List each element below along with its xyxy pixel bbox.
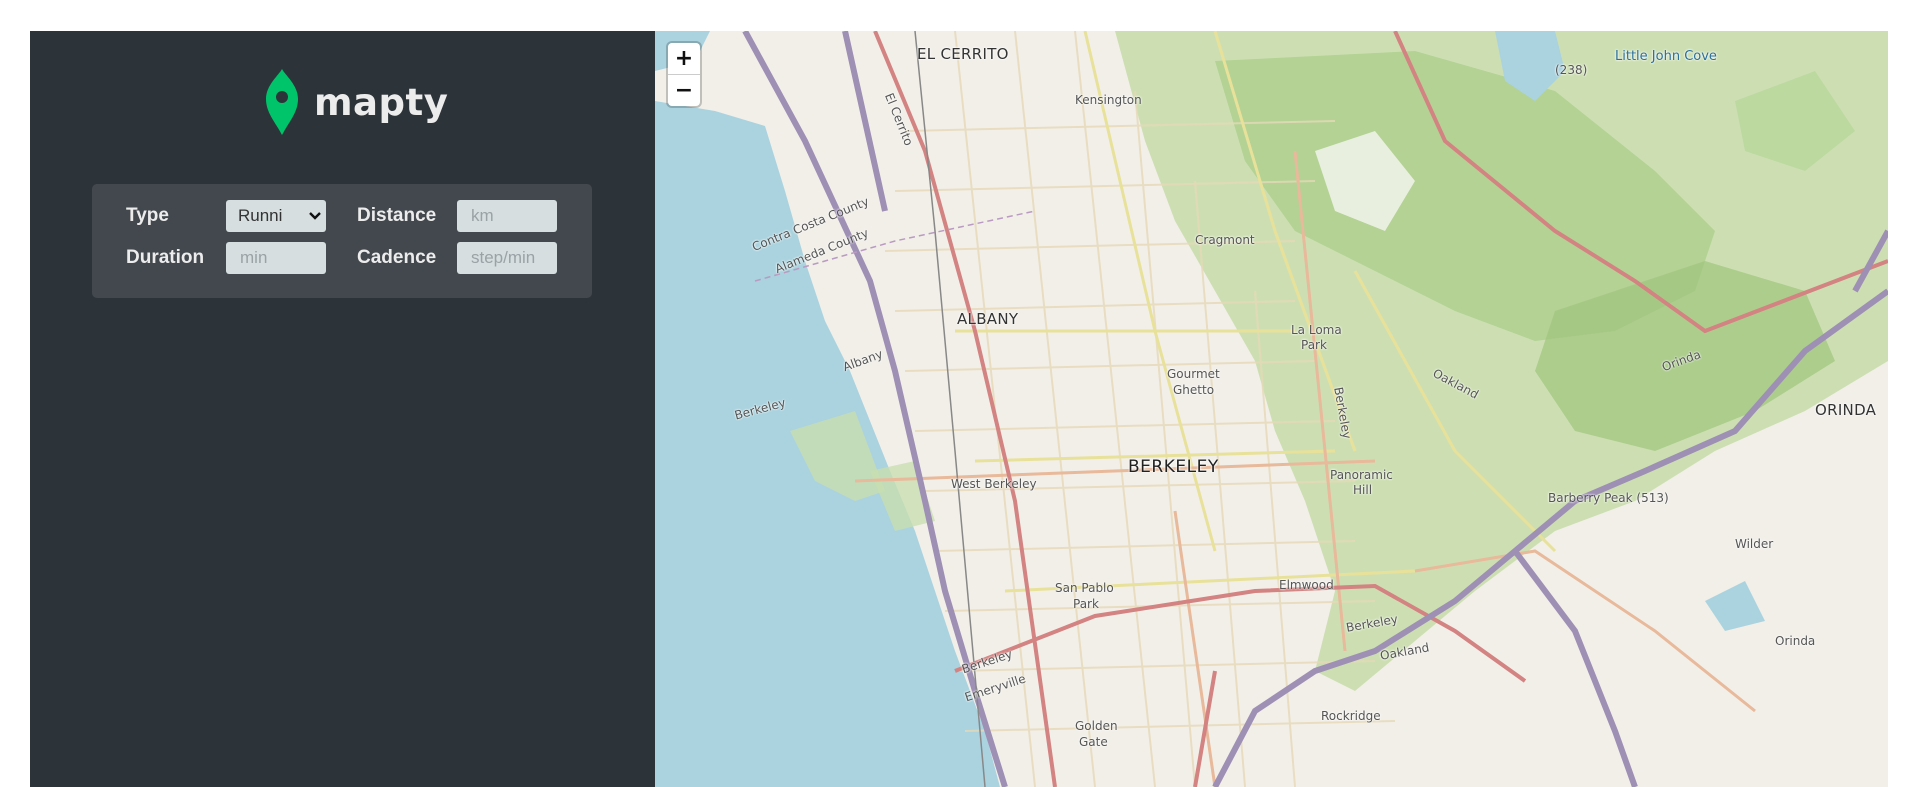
map-label-san-pablo: San Pablo xyxy=(1055,581,1114,595)
map-label-gourmet: Gourmet xyxy=(1167,367,1220,381)
map-label-wilder: Wilder xyxy=(1735,537,1774,551)
map-label-orinda-city: ORINDA xyxy=(1815,401,1877,419)
cadence-input[interactable] xyxy=(457,242,557,274)
distance-row: Distance xyxy=(357,200,557,232)
type-select-value: Runni xyxy=(238,206,283,225)
map-label-ghetto: Ghetto xyxy=(1173,383,1215,397)
logo: mapty xyxy=(262,69,448,135)
app-name: mapty xyxy=(314,80,449,124)
distance-input[interactable] xyxy=(457,200,557,232)
zoom-out-button[interactable]: − xyxy=(668,74,700,106)
map-label-berkeley-city: BERKELEY xyxy=(1128,457,1219,477)
map-label-barberry-peak: Barberry Peak (513) xyxy=(1548,491,1669,505)
map-label-golden: Golden xyxy=(1075,719,1118,733)
map-label-elmwood: Elmwood xyxy=(1279,578,1334,592)
map-tiles[interactable] xyxy=(655,31,1888,787)
map-label-route-238: (238) xyxy=(1555,63,1588,77)
map-label-orinda-small: Orinda xyxy=(1775,634,1816,648)
type-row: Type Runni xyxy=(126,200,326,232)
map-label-hill: Hill xyxy=(1353,483,1373,497)
type-select[interactable]: Runni xyxy=(226,200,326,232)
duration-row: Duration xyxy=(126,242,326,274)
map-label-rockridge: Rockridge xyxy=(1321,709,1381,723)
duration-input[interactable] xyxy=(226,242,326,274)
map-label-albany-city: ALBANY xyxy=(957,310,1019,328)
map-label-kensington: Kensington xyxy=(1075,93,1142,107)
sidebar: mapty Type Runni Distance Duration xyxy=(30,31,655,787)
distance-label: Distance xyxy=(357,205,437,226)
map-label-el-cerrito: EL CERRITO xyxy=(917,45,1009,63)
zoom-control: + − xyxy=(668,43,700,106)
zoom-in-button[interactable]: + xyxy=(668,43,700,74)
map-label-gate: Gate xyxy=(1079,735,1108,749)
map-label-little-john-cove: Little John Cove xyxy=(1615,49,1717,64)
map-label-cragmont: Cragmont xyxy=(1195,233,1255,247)
workout-form: Type Runni Distance Duration Cadence xyxy=(92,184,592,298)
map-pin-icon xyxy=(266,69,298,135)
duration-label: Duration xyxy=(126,247,205,268)
map-label-park: Park xyxy=(1301,338,1327,352)
map-label-la-loma: La Loma xyxy=(1291,323,1342,337)
type-label: Type xyxy=(126,205,169,226)
app-container: mapty Type Runni Distance Duration xyxy=(30,31,1888,787)
chevron-down-icon xyxy=(309,212,321,220)
map-label-panoramic: Panoramic xyxy=(1330,468,1393,482)
map-label-west-berkeley: West Berkeley xyxy=(951,477,1037,491)
cadence-label: Cadence xyxy=(357,247,437,268)
cadence-row: Cadence xyxy=(357,242,557,274)
map-label-park2: Park xyxy=(1073,597,1099,611)
map[interactable]: + − EL CERRITO El Cerrito Kensington Lit… xyxy=(655,31,1888,787)
